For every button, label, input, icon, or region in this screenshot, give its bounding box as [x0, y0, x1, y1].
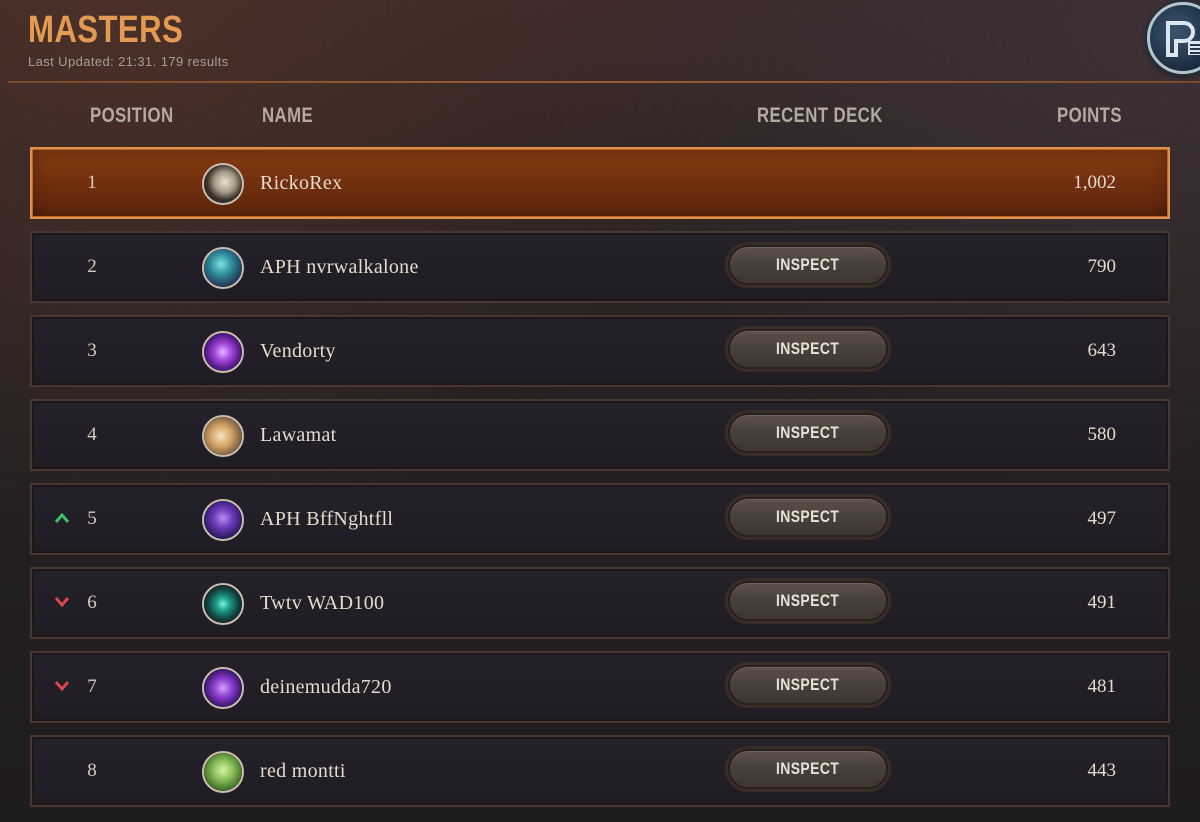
poro-avatar [202, 415, 244, 457]
trend-up-icon [54, 512, 70, 523]
header-divider [8, 81, 1200, 83]
page-header: MASTERS Last Updated: 21:31. 179 results [28, 8, 229, 69]
column-header-points[interactable]: POINTS [1057, 104, 1122, 128]
inspect-button[interactable]: INSPECT [728, 413, 888, 453]
player-name: APH nvrwalkalone [260, 256, 419, 278]
rank-position: 1 [87, 172, 97, 193]
player-points: 491 [1087, 592, 1117, 613]
inspect-button[interactable]: INSPECT [728, 245, 888, 285]
player-points: 1,002 [1073, 172, 1116, 193]
column-header-recent-deck[interactable]: RECENT DECK [757, 104, 883, 128]
legends-logo-icon [1166, 21, 1200, 57]
inspect-button[interactable]: INSPECT [728, 581, 888, 621]
player-name: RickoRex [260, 172, 343, 194]
inspect-button[interactable]: INSPECT [728, 749, 888, 789]
legends-logo-button[interactable] [1147, 2, 1200, 74]
leaderboard-row[interactable]: 1 RickoRex 1,002 [30, 147, 1170, 219]
player-points: 643 [1087, 340, 1117, 361]
rank-position: 6 [87, 592, 97, 613]
player-name: red montti [260, 760, 346, 782]
leaderboard-row[interactable]: 7 deinemudda720 INSPECT 481 [30, 651, 1170, 723]
rank-position: 2 [87, 256, 97, 277]
rank-position: 4 [87, 424, 97, 445]
player-name: Twtv WAD100 [260, 592, 385, 614]
inspect-button[interactable]: INSPECT [728, 497, 888, 537]
inspect-label: INSPECT [776, 423, 840, 442]
player-points: 497 [1087, 508, 1117, 529]
player-points: 481 [1087, 676, 1117, 697]
green-creature-avatar [202, 751, 244, 793]
player-name: deinemudda720 [260, 676, 392, 698]
leaderboard-row[interactable]: 2 APH nvrwalkalone INSPECT 790 [30, 231, 1170, 303]
leaderboard-row[interactable]: 6 Twtv WAD100 INSPECT 491 [30, 567, 1170, 639]
player-points: 790 [1087, 256, 1117, 277]
purple-emblem-avatar [202, 331, 244, 373]
inspect-label: INSPECT [776, 339, 840, 358]
trend-down-icon [54, 681, 70, 692]
player-name: Lawamat [260, 424, 337, 446]
dragon-avatar [202, 163, 244, 205]
rank-position: 8 [87, 760, 97, 781]
column-header-position[interactable]: POSITION [90, 104, 173, 128]
inspect-label: INSPECT [776, 255, 840, 274]
leaderboard-row[interactable]: 4 Lawamat INSPECT 580 [30, 399, 1170, 471]
leaderboard-row[interactable]: 3 Vendorty INSPECT 643 [30, 315, 1170, 387]
inspect-label: INSPECT [776, 759, 840, 778]
rank-position: 5 [87, 508, 97, 529]
inspect-button[interactable]: INSPECT [728, 329, 888, 369]
leaderboard-row[interactable]: 8 red montti INSPECT 443 [30, 735, 1170, 807]
purple-mask-avatar [202, 667, 244, 709]
player-points: 443 [1087, 760, 1117, 781]
player-name: APH BffNghtfll [260, 508, 394, 530]
rank-position: 7 [87, 676, 97, 697]
inspect-label: INSPECT [776, 591, 840, 610]
rank-position: 3 [87, 340, 97, 361]
last-updated-text: Last Updated: 21:31. 179 results [28, 54, 229, 69]
trend-down-icon [54, 597, 70, 608]
leaderboard-list: 1 RickoRex 1,002 2 APH nvrwalkalone INSP… [30, 147, 1170, 819]
teal-spirit-avatar [202, 583, 244, 625]
inspect-label: INSPECT [776, 507, 840, 526]
column-header-name[interactable]: NAME [262, 104, 313, 128]
teal-champion-avatar [202, 247, 244, 289]
inspect-label: INSPECT [776, 675, 840, 694]
player-name: Vendorty [260, 340, 336, 362]
page-title: MASTERS [28, 9, 184, 51]
leaderboard-row[interactable]: 5 APH BffNghtfll INSPECT 497 [30, 483, 1170, 555]
player-points: 580 [1087, 424, 1117, 445]
inspect-button[interactable]: INSPECT [728, 665, 888, 705]
purple-dragon-avatar [202, 499, 244, 541]
